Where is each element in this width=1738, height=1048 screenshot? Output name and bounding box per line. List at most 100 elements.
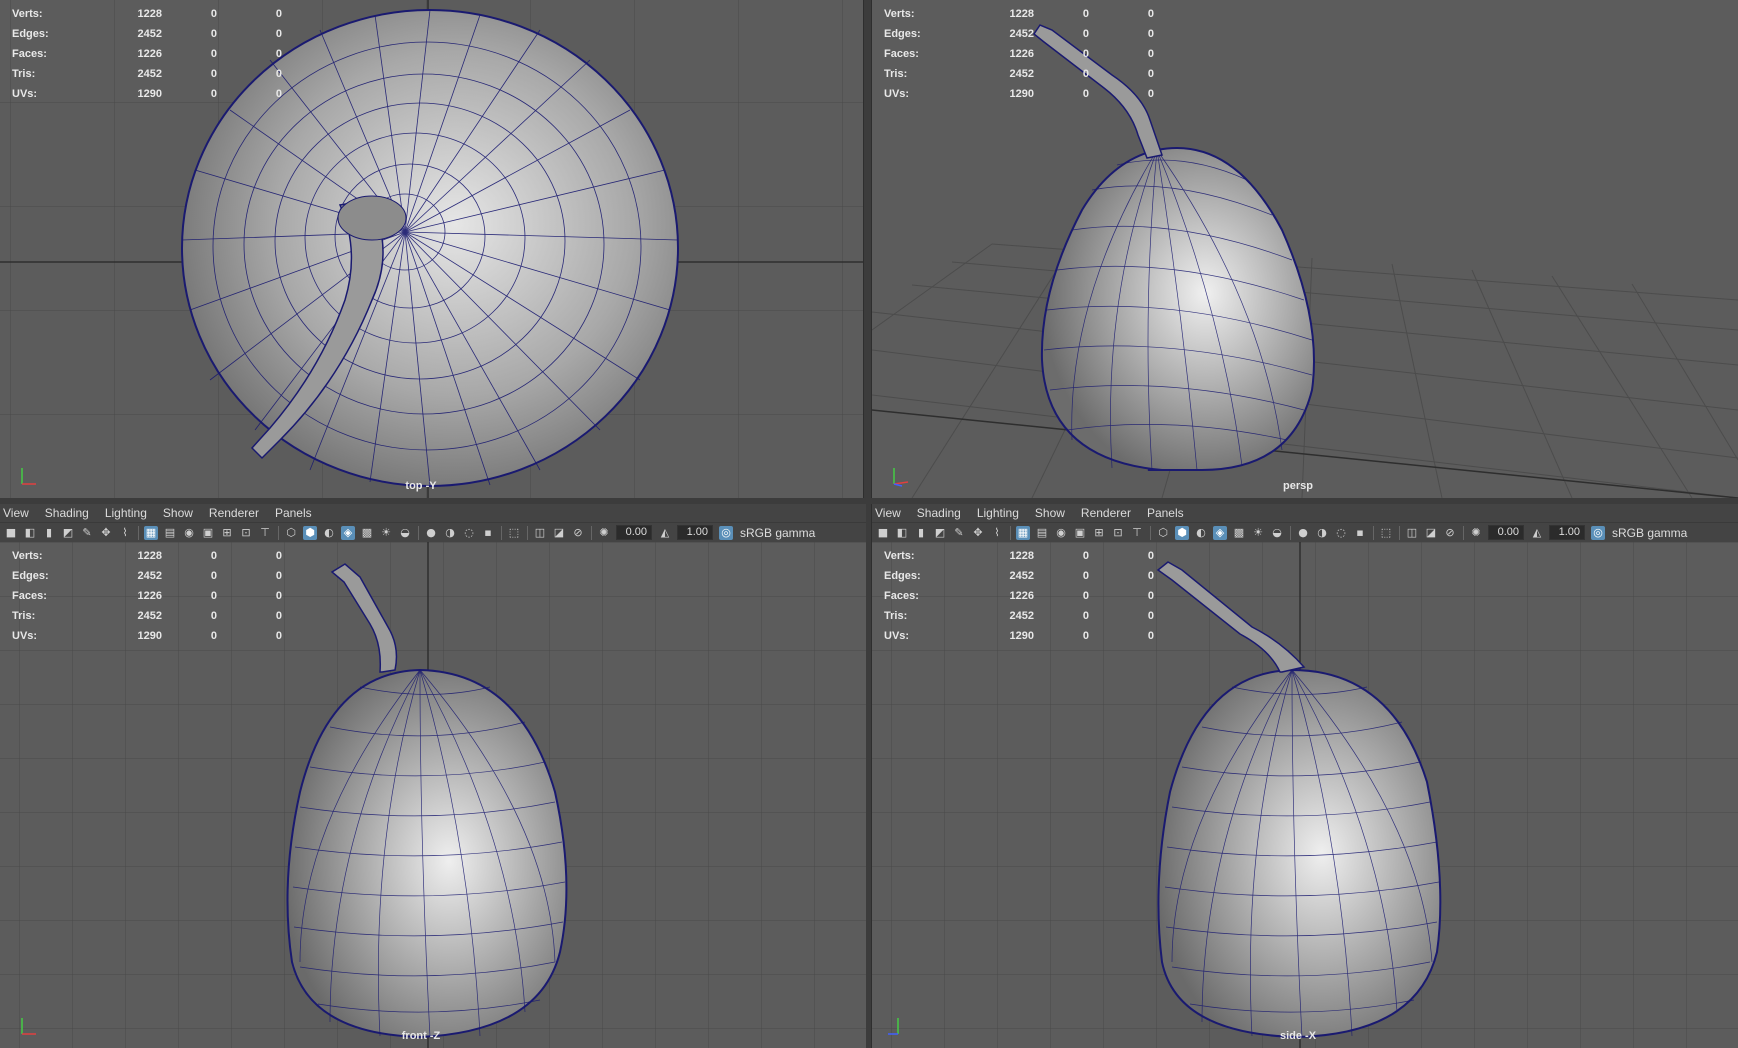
menu-lighting[interactable]: Lighting: [105, 506, 147, 520]
brush-icon[interactable]: ⌇: [118, 526, 132, 540]
2d-pan-zoom-icon[interactable]: ✥: [971, 526, 985, 540]
grease-pencil-icon[interactable]: ✎: [80, 526, 94, 540]
wireframe-on-shaded-icon[interactable]: ◈: [341, 525, 355, 540]
anti-aliasing-icon[interactable]: ◌: [462, 526, 476, 540]
xray-joints-icon[interactable]: ⊘: [1443, 526, 1457, 540]
menu-panels[interactable]: Panels: [1147, 506, 1184, 520]
smooth-shade-icon[interactable]: ⬢: [1175, 525, 1189, 540]
wireframe-on-shaded-icon[interactable]: ◈: [1213, 525, 1227, 540]
safe-title-icon[interactable]: ⊤: [1130, 526, 1144, 540]
xray-icon[interactable]: ◫: [1405, 526, 1419, 540]
xray-active-icon[interactable]: ◪: [1424, 526, 1438, 540]
gamma-field[interactable]: 1.00: [1549, 525, 1585, 540]
viewport-persp[interactable]: Verts: 1228 0 0 Edges: 2452 0 0 Faces: 1226 0 0 T…: [872, 0, 1738, 498]
menu-show[interactable]: Show: [163, 506, 193, 520]
film-gate-icon[interactable]: ▤: [163, 526, 177, 540]
2d-pan-zoom-icon[interactable]: ✥: [99, 526, 113, 540]
exposure-icon[interactable]: ✺: [597, 526, 611, 540]
menu-renderer[interactable]: Renderer: [209, 506, 259, 520]
resolution-gate-icon[interactable]: ◉: [182, 526, 196, 540]
resolution-gate-icon[interactable]: ◉: [1054, 526, 1068, 540]
camera-icon[interactable]: ■: [876, 526, 890, 540]
textured-icon[interactable]: ▩: [1232, 526, 1246, 540]
exposure-field[interactable]: 0.00: [616, 525, 652, 540]
exposure-field[interactable]: 0.00: [1488, 525, 1524, 540]
menu-view[interactable]: View: [875, 506, 901, 520]
default-material-icon[interactable]: ◐: [1194, 526, 1208, 540]
camera-attributes-icon[interactable]: ◧: [23, 526, 37, 540]
motion-blur-icon[interactable]: ◑: [443, 526, 457, 540]
color-space-select[interactable]: sRGB gamma: [740, 526, 815, 540]
viewport-top[interactable]: Verts: 1228 0 0 Edges: 2452 0 0 Faces: 1226 0 0 T…: [0, 0, 866, 498]
menu-shading[interactable]: Shading: [917, 506, 961, 520]
gamma-icon[interactable]: ◭: [658, 526, 672, 540]
default-material-icon[interactable]: ◐: [322, 526, 336, 540]
safe-action-icon[interactable]: ⊡: [1111, 526, 1125, 540]
stat-value: 0: [275, 610, 282, 622]
field-chart-icon[interactable]: ⊞: [220, 526, 234, 540]
xray-active-icon[interactable]: ◪: [552, 526, 566, 540]
shadows-icon[interactable]: ◒: [1270, 526, 1284, 540]
menu-renderer[interactable]: Renderer: [1081, 506, 1131, 520]
safe-action-icon[interactable]: ⊡: [239, 526, 253, 540]
viewport-panel-front[interactable]: View Shading Lighting Show Renderer Pane…: [0, 504, 866, 1048]
xray-icon[interactable]: ◫: [533, 526, 547, 540]
xray-joints-icon[interactable]: ⊘: [571, 526, 585, 540]
color-management-icon[interactable]: ◎: [1591, 525, 1605, 540]
gate-mask-icon[interactable]: ▣: [201, 526, 215, 540]
safe-title-icon[interactable]: ⊤: [258, 526, 272, 540]
wireframe-icon[interactable]: ⬡: [284, 526, 298, 540]
isolate-icon[interactable]: ⬚: [1379, 526, 1393, 540]
depth-of-field-icon[interactable]: ▪: [481, 526, 495, 540]
viewport-panel-top[interactable]: Verts: 1228 0 0 Edges: 2452 0 0 Faces: 1226 0 0 T…: [0, 0, 866, 498]
isolate-icon[interactable]: ⬚: [507, 526, 521, 540]
ambient-occlusion-icon[interactable]: ●: [1296, 526, 1310, 540]
anti-aliasing-icon[interactable]: ◌: [1334, 526, 1348, 540]
viewport-panel-persp[interactable]: Verts: 1228 0 0 Edges: 2452 0 0 Faces: 1226 0 0 T…: [872, 0, 1738, 498]
menu-panels[interactable]: Panels: [275, 506, 312, 520]
image-plane-icon[interactable]: ◩: [61, 526, 75, 540]
wireframe-icon[interactable]: ⬡: [1156, 526, 1170, 540]
viewport-side[interactable]: Verts: 1228 0 0 Edges: 2452 0 0 Faces: 1226 0 0 T…: [872, 542, 1738, 1048]
gamma-icon[interactable]: ◭: [1530, 526, 1544, 540]
gamma-field[interactable]: 1.00: [677, 525, 713, 540]
bookmark-icon[interactable]: ▮: [914, 526, 928, 540]
lights-icon[interactable]: ☀: [1251, 526, 1265, 540]
film-gate-icon[interactable]: ▤: [1035, 526, 1049, 540]
exposure-icon[interactable]: ✺: [1469, 526, 1483, 540]
grease-pencil-icon[interactable]: ✎: [952, 526, 966, 540]
stat-value: 1290: [137, 88, 162, 100]
axis-gizmo-icon: [888, 1018, 899, 1035]
stat-value: 1226: [137, 590, 162, 602]
menu-view[interactable]: View: [3, 506, 29, 520]
brush-icon[interactable]: ⌇: [990, 526, 1004, 540]
field-chart-icon[interactable]: ⊞: [1092, 526, 1106, 540]
image-plane-icon[interactable]: ◩: [933, 526, 947, 540]
menu-show[interactable]: Show: [1035, 506, 1065, 520]
menu-lighting[interactable]: Lighting: [977, 506, 1019, 520]
bookmark-icon[interactable]: ▮: [42, 526, 56, 540]
camera-label: side -X: [1279, 1030, 1317, 1042]
shadows-icon[interactable]: ◒: [398, 526, 412, 540]
textured-icon[interactable]: ▩: [360, 526, 374, 540]
stat-value: 0: [210, 8, 217, 20]
smooth-shade-icon[interactable]: ⬢: [303, 525, 317, 540]
color-space-select[interactable]: sRGB gamma: [1612, 526, 1687, 540]
viewport-panel-side[interactable]: View Shading Lighting Show Renderer Pane…: [872, 504, 1738, 1048]
camera-icon[interactable]: ■: [4, 526, 18, 540]
viewport-front[interactable]: Verts: 1228 0 0 Edges: 2452 0 0 Faces: 1226 0 0 T…: [0, 542, 866, 1048]
ambient-occlusion-icon[interactable]: ●: [424, 526, 438, 540]
motion-blur-icon[interactable]: ◑: [1315, 526, 1329, 540]
depth-of-field-icon[interactable]: ▪: [1353, 526, 1367, 540]
lights-icon[interactable]: ☀: [379, 526, 393, 540]
grid-icon[interactable]: ▦: [1016, 525, 1030, 540]
grid-icon[interactable]: ▦: [144, 525, 158, 540]
stat-value: 0: [1082, 28, 1089, 40]
stat-label: Verts:: [12, 8, 43, 20]
camera-attributes-icon[interactable]: ◧: [895, 526, 909, 540]
gate-mask-icon[interactable]: ▣: [1073, 526, 1087, 540]
axis-gizmo-icon: [893, 468, 909, 487]
menu-shading[interactable]: Shading: [45, 506, 89, 520]
stat-value: 2452: [1009, 610, 1034, 622]
color-management-icon[interactable]: ◎: [719, 525, 733, 540]
